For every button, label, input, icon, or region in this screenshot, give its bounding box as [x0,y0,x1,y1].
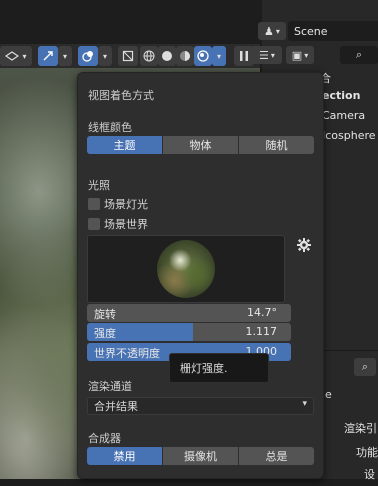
outliner-filter-button[interactable]: ▣ ▾ [286,46,314,64]
rotation-label: 旋转 [94,308,116,321]
list-icon: ☰ [259,48,269,62]
hdri-preview[interactable] [87,235,285,303]
scene-world-label: 场景世界 [104,218,148,231]
rendered-sphere-icon [197,50,209,62]
wireframe-shading-button[interactable] [140,46,158,66]
render-pass-dropdown[interactable]: 合并结果 ▾ [87,397,314,415]
hdri-rotation-slider[interactable]: 旋转 14.7° [87,304,291,322]
scene-world-checkbox[interactable]: 场景世界 [88,216,148,232]
wireframe-color-theme[interactable]: 主题 [87,136,163,154]
material-preview-button[interactable] [176,46,194,66]
overlays-icon [82,51,93,62]
chevron-down-icon: ▾ [216,51,221,61]
render-pass-value: 合并结果 [94,400,138,413]
gizmo-toggle-button[interactable] [38,46,58,66]
wireframe-color-object[interactable]: 物体 [163,136,239,154]
outliner-search-input[interactable]: ⌕ [340,46,378,64]
checkbox-box[interactable] [88,198,100,210]
outliner-display-mode[interactable]: ☰ ▾ [252,46,282,64]
world-opacity-label: 世界不透明度 [94,347,160,360]
chevron-down-icon: ▾ [270,50,275,60]
hdri-strength-slider[interactable]: 强度 1.117 [87,323,291,341]
compositor-camera[interactable]: 摄像机 [163,447,239,465]
wireframe-color-label: 线框颜色 [88,121,132,134]
shading-dropdown[interactable]: ▾ [212,46,226,66]
compositor-selector: 禁用 摄像机 总是 [87,447,314,465]
strength-value: 1.117 [245,325,278,338]
chevron-down-icon: ▾ [22,51,27,61]
hdri-sphere-preview[interactable] [157,240,215,298]
tooltip-text: 栅灯强度. [180,362,228,375]
chevron-down-icon: ▾ [102,51,107,61]
properties-search[interactable]: ⌕ [354,358,376,376]
viewport-header: ▾ ▾ ▾ ▾ [0,44,260,68]
chevron-down-icon: ▾ [302,399,307,409]
solid-sphere-icon [162,51,172,61]
overlays-toggle-button[interactable] [78,46,98,66]
gizmo-icon [43,51,53,61]
wireframe-color-random[interactable]: 随机 [239,136,314,154]
pause-render-button[interactable] [234,46,254,66]
lighting-label: 光照 [88,179,110,192]
search-icon: ⌕ [355,48,363,61]
chevron-down-icon: ▾ [62,51,67,61]
scene-lights-label: 场景灯光 [104,198,148,211]
chevron-down-icon: ▾ [304,50,309,60]
wireframe-sphere-icon [143,50,155,62]
popup-title: 视图着色方式 [88,89,154,102]
view-object-types-button[interactable]: ▾ [0,46,32,66]
render-pass-label: 渲染通道 [88,380,132,393]
compositor-disabled[interactable]: 禁用 [87,447,163,465]
search-icon: ⌕ [361,360,369,373]
image-icon: ▣ [291,48,303,62]
scene-name-field[interactable]: Scene [288,21,378,41]
gear-icon[interactable] [297,238,311,252]
tooltip: 栅灯强度. [169,353,269,383]
rendered-shading-button[interactable] [194,46,212,66]
viewport-shading-popup: 视图着色方式 线框颜色 主题 物体 随机 光照 场景灯光 场景世界 旋转 14.… [77,72,324,479]
compositor-label: 合成器 [88,432,121,445]
wireframe-color-selector: 主题 物体 随机 [87,136,314,154]
scene-lights-checkbox[interactable]: 场景灯光 [88,196,148,212]
checkbox-box[interactable] [88,218,100,230]
scene-name: Scene [294,24,328,38]
pause-icon [240,51,248,61]
solid-shading-button[interactable] [158,46,176,66]
scene-browse-button[interactable]: ♟ ▾ [258,22,286,40]
overlays-dropdown[interactable]: ▾ [98,46,112,66]
compositor-always[interactable]: 总是 [239,447,314,465]
xray-toggle-button[interactable] [118,46,138,66]
strength-label: 强度 [94,327,116,340]
material-sphere-icon [180,51,190,61]
scene-icon: ♟ [264,24,274,38]
overlay-icon [5,51,20,61]
gizmo-dropdown[interactable]: ▾ [58,46,72,66]
xray-icon [122,50,134,62]
rotation-value: 14.7° [247,306,277,319]
chevron-down-icon: ▾ [275,26,280,36]
